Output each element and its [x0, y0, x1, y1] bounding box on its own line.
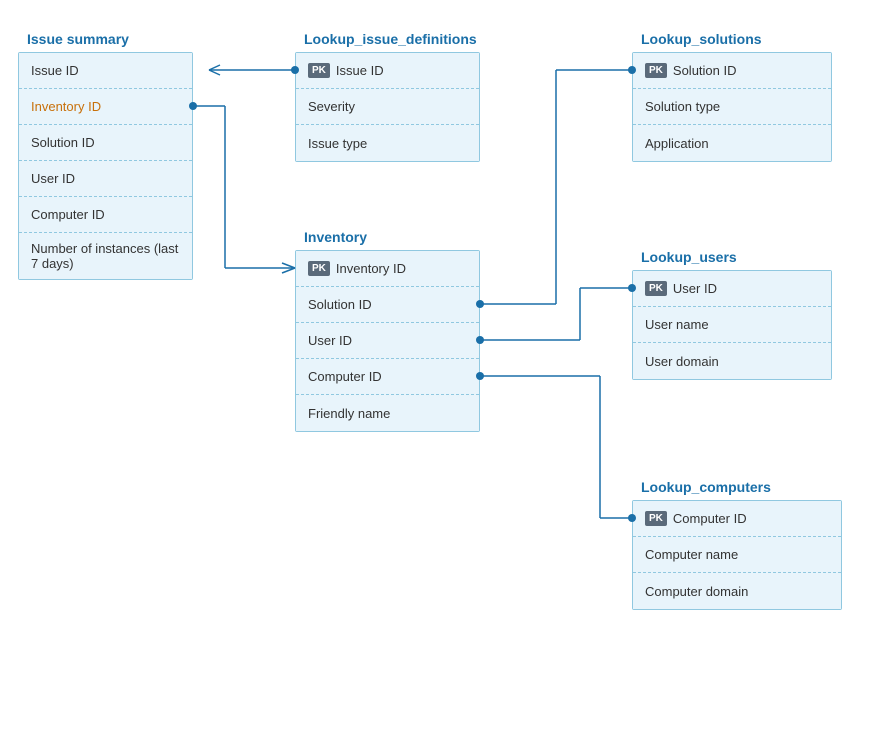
pk-badge: PK: [645, 63, 667, 78]
table-row: Issue ID: [19, 53, 192, 89]
table-lookup-computers: Lookup_computers PK Computer ID Computer…: [632, 500, 842, 610]
field-friendly-name: Friendly name: [308, 406, 390, 421]
pk-badge: PK: [308, 261, 330, 276]
field-issue-type: Issue type: [308, 136, 367, 151]
field-solution-id: Solution ID: [31, 135, 95, 150]
field-user-name: User name: [645, 317, 709, 332]
field-user-domain: User domain: [645, 354, 719, 369]
table-row: User ID: [296, 323, 479, 359]
table-row: Friendly name: [296, 395, 479, 431]
field-solution-id-inv: Solution ID: [308, 297, 372, 312]
field-issue-id: Issue ID: [31, 63, 79, 78]
table-row: PK Issue ID: [296, 53, 479, 89]
table-row: PK Solution ID: [633, 53, 831, 89]
table-title-lookup-solutions: Lookup_solutions: [633, 27, 770, 55]
table-lookup-users: Lookup_users PK User ID User name User d…: [632, 270, 832, 380]
conn-inventory-computer-to-lookup-computers: [476, 372, 636, 522]
table-title-inventory: Inventory: [296, 225, 375, 253]
table-issue-summary: Issue summary Issue ID Inventory ID Solu…: [18, 52, 193, 280]
table-title-lookup-issue: Lookup_issue_definitions: [296, 27, 485, 55]
conn-inventory-solution-to-lookup-solutions: [476, 66, 636, 308]
table-row: Severity: [296, 89, 479, 125]
table-row: User ID: [19, 161, 192, 197]
table-row: Solution ID: [296, 287, 479, 323]
field-solution-id-pk: Solution ID: [673, 63, 737, 78]
conn-inventory-user-to-lookup-users: [476, 284, 636, 344]
table-row: PK User ID: [633, 271, 831, 307]
conn-issue-inv-to-inventory: [189, 102, 295, 273]
table-title-issue-summary: Issue summary: [19, 27, 137, 55]
field-computer-id: Computer ID: [31, 207, 105, 222]
table-inventory: Inventory PK Inventory ID Solution ID Us…: [295, 250, 480, 432]
field-instances: Number of instances (last 7 days): [31, 241, 180, 271]
conn-issue-to-lookup-issue: [209, 65, 299, 75]
table-lookup-solutions: Lookup_solutions PK Solution ID Solution…: [632, 52, 832, 162]
field-computer-id-pk: Computer ID: [673, 511, 747, 526]
field-user-id: User ID: [31, 171, 75, 186]
table-row: Inventory ID: [19, 89, 192, 125]
table-row: Computer name: [633, 537, 841, 573]
field-user-id-pk: User ID: [673, 281, 717, 296]
table-row: Solution type: [633, 89, 831, 125]
pk-badge: PK: [645, 511, 667, 526]
field-computer-domain: Computer domain: [645, 584, 748, 599]
table-row: Computer domain: [633, 573, 841, 609]
table-row: User name: [633, 307, 831, 343]
field-computer-name: Computer name: [645, 547, 738, 562]
field-computer-id-inv: Computer ID: [308, 369, 382, 384]
table-row: Computer ID: [19, 197, 192, 233]
table-row: Number of instances (last 7 days): [19, 233, 192, 279]
table-row: PK Computer ID: [633, 501, 841, 537]
table-title-lookup-users: Lookup_users: [633, 245, 745, 273]
field-user-id-inv: User ID: [308, 333, 352, 348]
pk-badge: PK: [308, 63, 330, 78]
field-inventory-id-pk: Inventory ID: [336, 261, 406, 276]
table-row: Solution ID: [19, 125, 192, 161]
table-lookup-issue-definitions: Lookup_issue_definitions PK Issue ID Sev…: [295, 52, 480, 162]
field-application: Application: [645, 136, 709, 151]
field-inventory-id: Inventory ID: [31, 99, 101, 114]
table-row: User domain: [633, 343, 831, 379]
field-solution-type: Solution type: [645, 99, 720, 114]
field-severity: Severity: [308, 99, 355, 114]
table-row: PK Inventory ID: [296, 251, 479, 287]
table-row: Application: [633, 125, 831, 161]
table-row: Computer ID: [296, 359, 479, 395]
field-issue-id-pk: Issue ID: [336, 63, 384, 78]
diagram-container: Issue summary Issue ID Inventory ID Solu…: [0, 0, 882, 740]
pk-badge: PK: [645, 281, 667, 296]
table-title-lookup-computers: Lookup_computers: [633, 475, 779, 503]
table-row: Issue type: [296, 125, 479, 161]
